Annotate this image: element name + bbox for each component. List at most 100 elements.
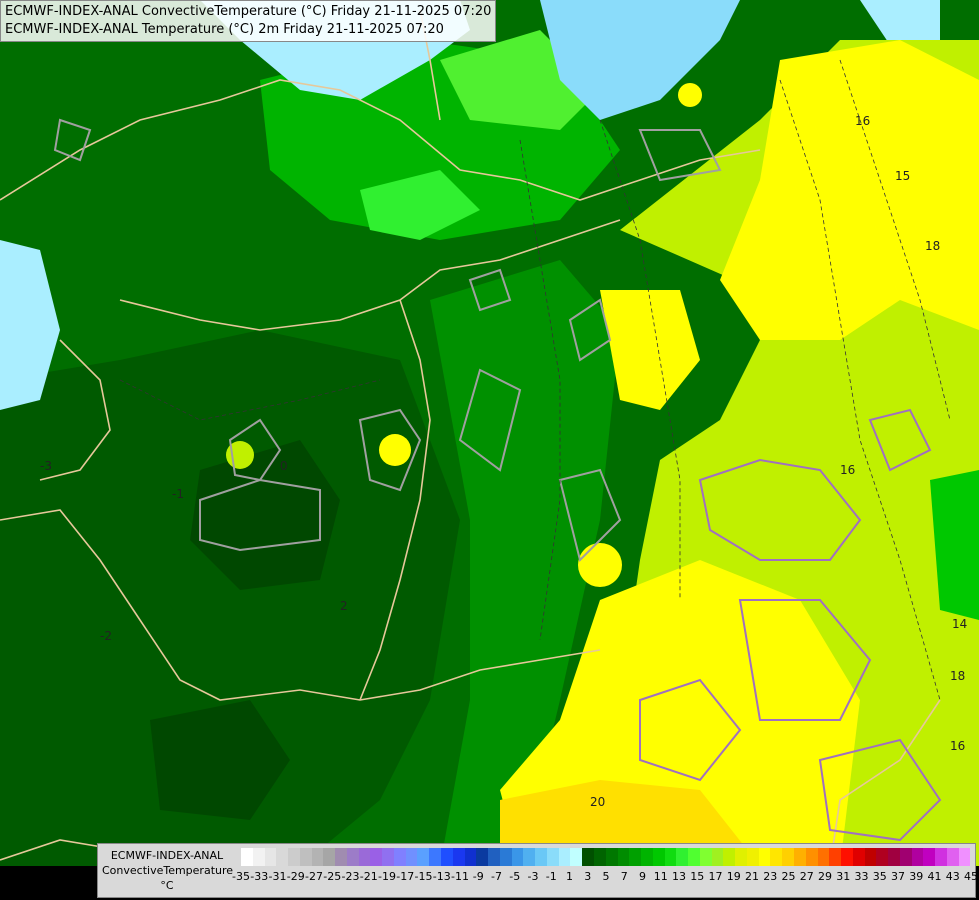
legend-swatch [593, 848, 606, 866]
legend-swatch [746, 848, 759, 866]
contour-label: 18 [950, 669, 965, 683]
warm-spot [379, 434, 411, 466]
contour-label: 18 [925, 239, 940, 253]
legend-swatches [241, 848, 971, 866]
legend-swatch [452, 848, 465, 866]
legend-tick-label: -15 [414, 870, 433, 883]
legend-tick-label: -17 [396, 870, 415, 883]
legend-tick-label: 25 [781, 870, 796, 883]
legend-tick-label: 23 [763, 870, 778, 883]
legend-swatch [876, 848, 889, 866]
legend-swatch [688, 848, 700, 866]
legend-swatch [441, 848, 453, 866]
legend-swatch [405, 848, 418, 866]
legend-tick-label: 11 [653, 870, 668, 883]
legend-swatch [723, 848, 736, 866]
legend-swatch [252, 848, 265, 866]
legend-swatch [546, 848, 559, 866]
legend-tick-label: 7 [620, 870, 628, 883]
contour-label: 0 [280, 459, 288, 473]
legend-swatch [817, 848, 830, 866]
contour-label: 16 [840, 463, 855, 477]
legend-swatch [335, 848, 347, 866]
legend-tick-label: 39 [909, 870, 924, 883]
legend-tick-label: 21 [745, 870, 759, 883]
legend-tick-label: 3 [584, 870, 592, 883]
legend-swatch [311, 848, 324, 866]
legend-tick-label: 13 [672, 870, 686, 883]
title-line-1: ECMWF-INDEX-ANAL ConvectiveTemperature (… [5, 4, 492, 19]
legend-swatch [946, 848, 959, 866]
legend-swatch [758, 848, 771, 866]
legend-swatch [511, 848, 524, 866]
legend-swatch [911, 848, 924, 866]
legend-label-line-2: ConvectiveTemperature [102, 864, 234, 877]
contour-label: 2 [340, 599, 348, 613]
legend-tick-label: -9 [472, 870, 484, 883]
legend-swatch [805, 848, 818, 866]
legend-swatch [299, 848, 312, 866]
legend-swatch [429, 848, 442, 866]
legend-tick-label: -35 [232, 870, 250, 883]
legend-swatch [264, 848, 277, 866]
legend-tick-label: -33 [250, 870, 269, 883]
legend-swatch [629, 848, 642, 866]
legend-swatch [582, 848, 594, 866]
legend-tick-label: 19 [726, 870, 741, 883]
legend-swatch [958, 848, 971, 866]
legend-swatch [652, 848, 665, 866]
legend-swatch [899, 848, 912, 866]
legend-swatch [523, 848, 536, 866]
legend-tick-label: 43 [945, 870, 960, 883]
legend-swatch [535, 848, 547, 866]
legend-tick-label: 1 [566, 870, 573, 883]
legend-swatch [617, 848, 630, 866]
legend-swatch [382, 848, 394, 866]
legend-tick-label: 5 [602, 870, 610, 883]
legend-tick-label: 15 [690, 870, 705, 883]
legend-tick-label: -5 [509, 870, 521, 883]
legend-tick-label: -3 [527, 870, 539, 883]
legend-tick-label: 37 [891, 870, 905, 883]
legend-swatch [417, 848, 430, 866]
legend-swatch [346, 848, 359, 866]
legend-swatch [476, 848, 489, 866]
contour-label: 16 [950, 739, 965, 753]
legend-tick-label: -7 [491, 870, 502, 883]
weather-map: 16 15 18 16 14 18 16 -3 -2 -1 0 2 20 [0, 0, 979, 900]
legend-tick-label: 27 [799, 870, 814, 883]
legend-tick-label: -23 [341, 870, 360, 883]
contour-label: -3 [40, 459, 52, 473]
legend-title: ECMWF-INDEX-ANAL ConvectiveTemperature °… [102, 848, 234, 893]
legend-swatch [241, 848, 253, 866]
legend-tick-label: -25 [323, 870, 342, 883]
legend-tick-label: -29 [286, 870, 305, 883]
legend-swatch [323, 848, 336, 866]
warm-spot [678, 83, 702, 107]
legend-swatch [852, 848, 865, 866]
map-title: ECMWF-INDEX-ANAL ConvectiveTemperature (… [0, 0, 497, 42]
legend-ticks: -35 -33 -31 -29 -27 -25 -23 -21 -19 -17 -15 -13 -11-… [232, 870, 978, 886]
legend-tick-label: 31 [836, 870, 851, 883]
legend-tick-label: 9 [639, 870, 646, 883]
legend-tick-label: -19 [378, 870, 396, 883]
legend-swatch [605, 848, 618, 866]
legend-tick-label: 41 [927, 870, 942, 883]
legend-tick-label: -31 [268, 870, 287, 883]
legend-swatch [782, 848, 794, 866]
legend-swatch [793, 848, 806, 866]
legend-tick-label: 35 [872, 870, 887, 883]
legend-tick-label: -1 [545, 870, 557, 883]
legend-swatch [558, 848, 571, 866]
contour-label: 20 [590, 795, 605, 809]
legend-tick-label: 33 [854, 870, 869, 883]
contour-label: 15 [895, 169, 910, 183]
legend-tick-label: 45 [964, 870, 978, 883]
legend-tick-label: 17 [708, 870, 723, 883]
legend-swatch [664, 848, 677, 866]
legend-swatch [829, 848, 842, 866]
legend-swatch [288, 848, 300, 866]
legend-unit: °C [160, 879, 174, 892]
legend-swatch [370, 848, 383, 866]
legend-swatch [499, 848, 512, 866]
